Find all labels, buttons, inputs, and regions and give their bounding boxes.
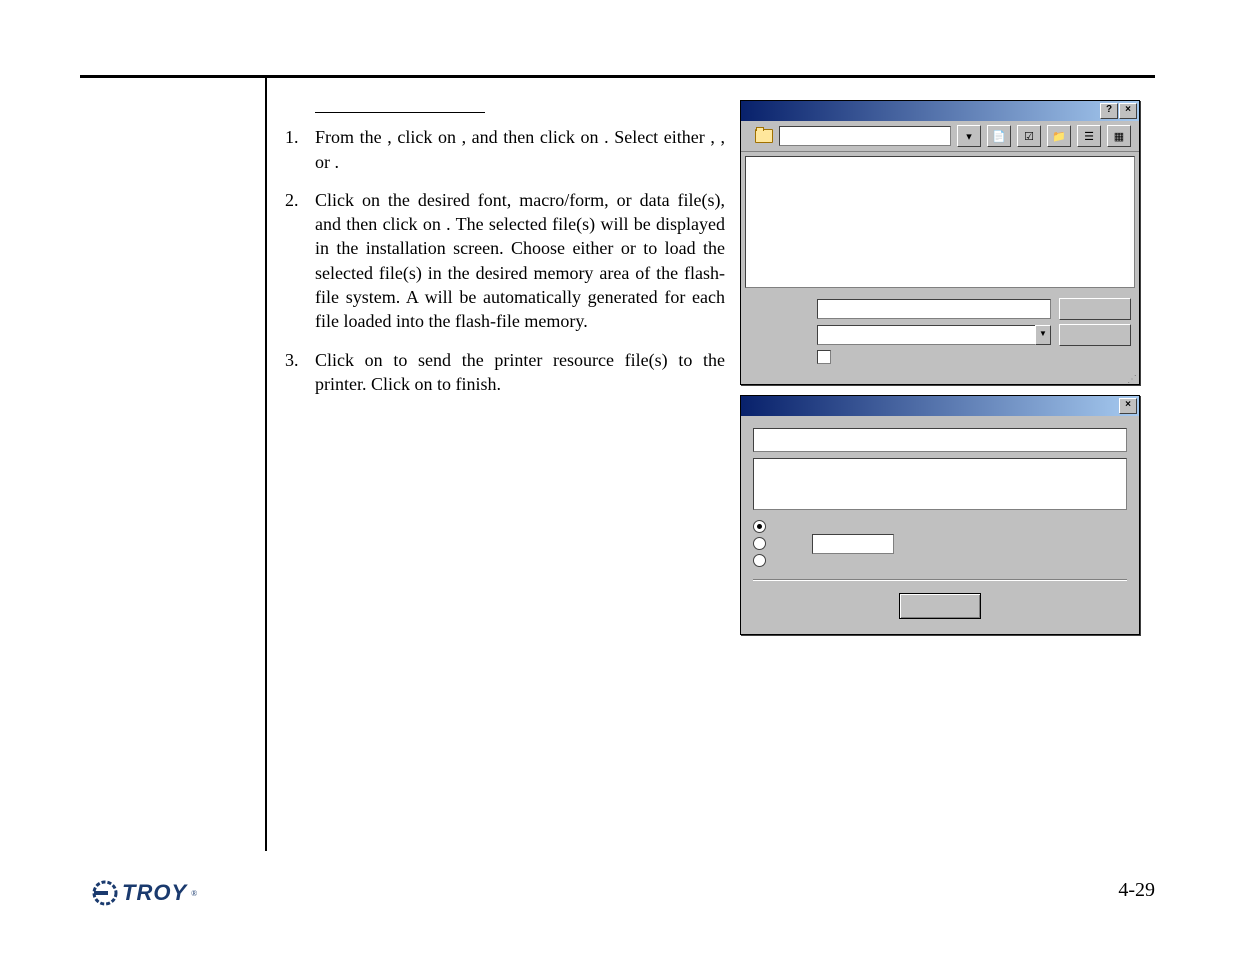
newfolder-icon[interactable]: 📁 <box>1047 125 1071 147</box>
dropdown-icon[interactable]: ▾ <box>957 125 981 147</box>
close-icon[interactable]: × <box>1119 103 1137 119</box>
brand-logo: TROY ® <box>92 880 197 906</box>
open-button[interactable] <box>1059 298 1131 320</box>
step-2: 2. Click on the desired font, macro/form… <box>285 188 725 334</box>
dlg2-value-input[interactable] <box>812 534 894 554</box>
dlg2-titlebar[interactable]: × <box>741 396 1139 416</box>
up-folder-icon[interactable]: 📄 <box>987 125 1011 147</box>
lookin-select[interactable] <box>779 126 951 146</box>
step-1: 1. From the , click on , and then click … <box>285 125 725 174</box>
instruction-text: 1. From the , click on , and then click … <box>285 95 725 410</box>
logo-text: TROY <box>122 880 187 906</box>
registered-icon: ® <box>191 889 197 898</box>
help-icon[interactable]: ? <box>1100 103 1118 119</box>
list-view-icon[interactable]: ☰ <box>1077 125 1101 147</box>
left-rule <box>265 75 267 851</box>
heading-underline <box>315 112 485 113</box>
dlg2-ok-button[interactable] <box>899 593 981 619</box>
radio-option-3[interactable] <box>753 554 766 567</box>
folder-icon <box>755 129 773 143</box>
dlg2-input[interactable] <box>753 428 1127 452</box>
separator <box>753 579 1127 581</box>
cancel-button[interactable] <box>1059 324 1131 346</box>
detail-view-icon[interactable]: ▦ <box>1107 125 1131 147</box>
secondary-dialog: × <box>740 395 1140 635</box>
resize-grip[interactable]: ⋰ <box>741 376 1139 384</box>
dlg2-listbox[interactable] <box>753 458 1127 510</box>
step-3: 3. Click on to send the printer resource… <box>285 348 725 397</box>
page-number: 4-29 <box>1118 879 1155 902</box>
radio-option-1[interactable] <box>753 520 766 533</box>
open-titlebar[interactable]: ? × <box>741 101 1139 121</box>
close-icon[interactable]: × <box>1119 398 1137 414</box>
filetype-select[interactable] <box>817 325 1036 345</box>
logo-icon <box>92 880 118 906</box>
file-list[interactable] <box>745 156 1135 288</box>
readonly-checkbox[interactable] <box>817 350 831 364</box>
desktop-icon[interactable]: ☑ <box>1017 125 1041 147</box>
chevron-down-icon[interactable]: ▼ <box>1035 325 1051 345</box>
top-rule <box>80 75 1155 78</box>
radio-option-2[interactable] <box>753 537 766 550</box>
filename-input[interactable] <box>817 299 1051 319</box>
open-dialog: ? × ▾ 📄 ☑ 📁 ☰ ▦ <box>740 100 1140 385</box>
